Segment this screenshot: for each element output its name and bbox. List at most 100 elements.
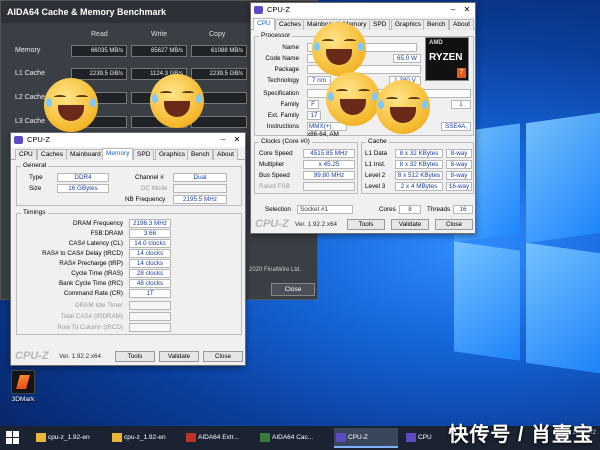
timing-value	[129, 312, 171, 321]
close-button[interactable]: Close	[435, 219, 473, 230]
technology-label: Technology	[267, 77, 299, 84]
timing-value	[129, 323, 171, 332]
dc-mode-value	[173, 184, 227, 193]
tab-spd[interactable]: SPD	[133, 149, 155, 160]
tab-about[interactable]: About	[449, 19, 474, 30]
cache-group: Cache L1 Data 8 x 32 KBytes 8-way L1 Ins…	[361, 138, 474, 194]
technology-value: 7 nm	[307, 76, 331, 85]
cpuz-logo: CPU-Z	[255, 218, 289, 230]
laughing-emoji-icon	[44, 78, 98, 132]
tab-bench[interactable]: Bench	[187, 149, 214, 160]
validate-button[interactable]: Validate	[391, 219, 429, 230]
timing-value: 14 clocks	[129, 259, 171, 268]
timing-label: Cycle Time (tRAS)	[71, 270, 123, 277]
taskbar-item-cpuz[interactable]: CPU-Z	[334, 428, 398, 448]
core-speed-value: 4515.85 MHz	[303, 149, 355, 158]
timing-value: 48 clocks	[129, 279, 171, 288]
tab-graphics[interactable]: Graphics	[155, 149, 190, 160]
folder-icon	[112, 433, 122, 442]
group-title: Timings	[21, 209, 48, 216]
tab-cpu[interactable]: CPU	[253, 18, 275, 30]
3dmark-icon	[11, 370, 35, 394]
family-label: Family	[280, 101, 299, 108]
timing-value: 14.0 clocks	[129, 239, 171, 248]
cpuz-title-bar: CPU-Z – ✕	[11, 133, 245, 147]
close-icon[interactable]: ✕	[230, 133, 244, 147]
aida64-close-button[interactable]: Close	[271, 283, 315, 296]
version-label: Ver. 1.92.2.x64	[295, 221, 338, 228]
tab-cpu[interactable]: CPU	[15, 149, 37, 160]
tab-bench[interactable]: Bench	[423, 19, 450, 30]
size-value: 16 GBytes	[57, 184, 109, 193]
l1-read: 2239.5 GB/s	[71, 68, 127, 80]
cores-label: Cores	[379, 206, 396, 213]
timing-label: FSB:DRAM	[90, 230, 123, 237]
laughing-emoji-icon	[312, 22, 366, 76]
row-label: L3 Cache	[15, 118, 45, 125]
laughing-emoji-icon	[376, 80, 430, 134]
tab-graphics[interactable]: Graphics	[391, 19, 426, 30]
tab-memory[interactable]: Memory	[102, 148, 134, 160]
validate-button[interactable]: Validate	[159, 351, 199, 362]
tab-caches[interactable]: Caches	[37, 149, 68, 160]
clocks-group: Clocks (Core #0) Core Speed 4515.85 MHz …	[254, 138, 358, 194]
cpuz-footer: CPU-Z Ver. 1.92.2.x64 Tools Validate Clo…	[251, 217, 475, 233]
threads-value: 16	[453, 205, 473, 214]
minimize-icon[interactable]: –	[216, 133, 230, 147]
cache-label: L1 Inst.	[365, 161, 386, 168]
timing-value	[129, 301, 171, 310]
desktop-icon-label: 3DMark	[11, 396, 35, 403]
timing-label: Bank Cycle Time (tRC)	[58, 280, 123, 287]
bus-speed-label: Bus Speed	[259, 172, 290, 179]
taskbar-item-aida64-benchmark[interactable]: AIDA64 Cac...	[258, 428, 328, 448]
cache-label: Level 2	[365, 172, 386, 179]
instructions-label: Instructions	[266, 123, 299, 130]
cache-size: 8 x 32 KBytes	[395, 160, 443, 169]
ryzen-logo-text: RYZEN	[429, 52, 463, 63]
tab-spd[interactable]: SPD	[369, 19, 391, 30]
cache-size: 8 x 32 KBytes	[395, 149, 443, 158]
instructions-value-tail: SSE4A,	[441, 122, 471, 131]
timing-label: Command Rate (CR)	[63, 290, 123, 297]
close-button[interactable]: Close	[203, 351, 243, 362]
timing-value: 1T	[129, 289, 171, 298]
family-value: F	[307, 100, 319, 109]
dc-mode-label: DC Mode	[141, 185, 168, 192]
tools-button[interactable]: Tools	[347, 219, 385, 230]
cpuz-memory-window: CPU-Z – ✕ CPU Caches Mainboard Memory SP…	[10, 132, 246, 366]
minimize-icon[interactable]: –	[446, 3, 460, 17]
ryzen-logo: AMD RYZEN 7	[425, 37, 469, 81]
rated-fsb-label: Rated FSB	[259, 183, 290, 190]
memory-read: 66035 MB/s	[71, 45, 127, 57]
cache-size: 2 x 4 MBytes	[395, 182, 443, 191]
memory-write: 65627 MB/s	[131, 45, 187, 57]
size-label: Size	[29, 185, 42, 192]
header-copy: Copy	[209, 31, 226, 38]
tab-about[interactable]: About	[213, 149, 238, 160]
tools-button[interactable]: Tools	[115, 351, 155, 362]
selection-label: Selection	[265, 206, 291, 213]
windows-start-icon[interactable]	[6, 431, 20, 445]
laughing-emoji-icon	[326, 72, 380, 126]
timing-value: 2196.3 MHz	[129, 219, 171, 228]
tab-caches[interactable]: Caches	[275, 19, 306, 30]
group-title: Cache	[366, 138, 389, 145]
tab-mainboard[interactable]: Mainboard	[66, 149, 105, 160]
timing-label: DRAM Frequency	[72, 220, 123, 227]
l1-copy: 2239.5 GB/s	[191, 68, 247, 80]
benchmark-icon	[260, 433, 270, 442]
taskbar-item-folder[interactable]: cpu-z_1.92-en	[34, 428, 106, 448]
taskbar-item-cpuz[interactable]: CPU	[404, 428, 444, 448]
timing-value: 14 clocks	[129, 249, 171, 258]
ext-family-label: Ext. Family	[267, 112, 299, 119]
taskbar-item-folder[interactable]: cpu-z_1.92-en	[110, 428, 182, 448]
cpuz-app-icon	[14, 136, 23, 144]
socket-select[interactable]: Socket #1	[297, 205, 353, 214]
taskbar-item-label: cpu-z_1.92-en	[48, 434, 90, 441]
timing-label: Total CAS# (tRDRAM)	[60, 313, 123, 320]
timing-label: RAS# to CAS# Delay (tRCD)	[42, 250, 123, 257]
3dmark-desktop-icon[interactable]: 3DMark	[6, 370, 40, 408]
close-icon[interactable]: ✕	[460, 3, 474, 17]
cpuz-app-icon	[254, 6, 263, 14]
taskbar-item-aida64[interactable]: AIDA64 Extr...	[184, 428, 254, 448]
